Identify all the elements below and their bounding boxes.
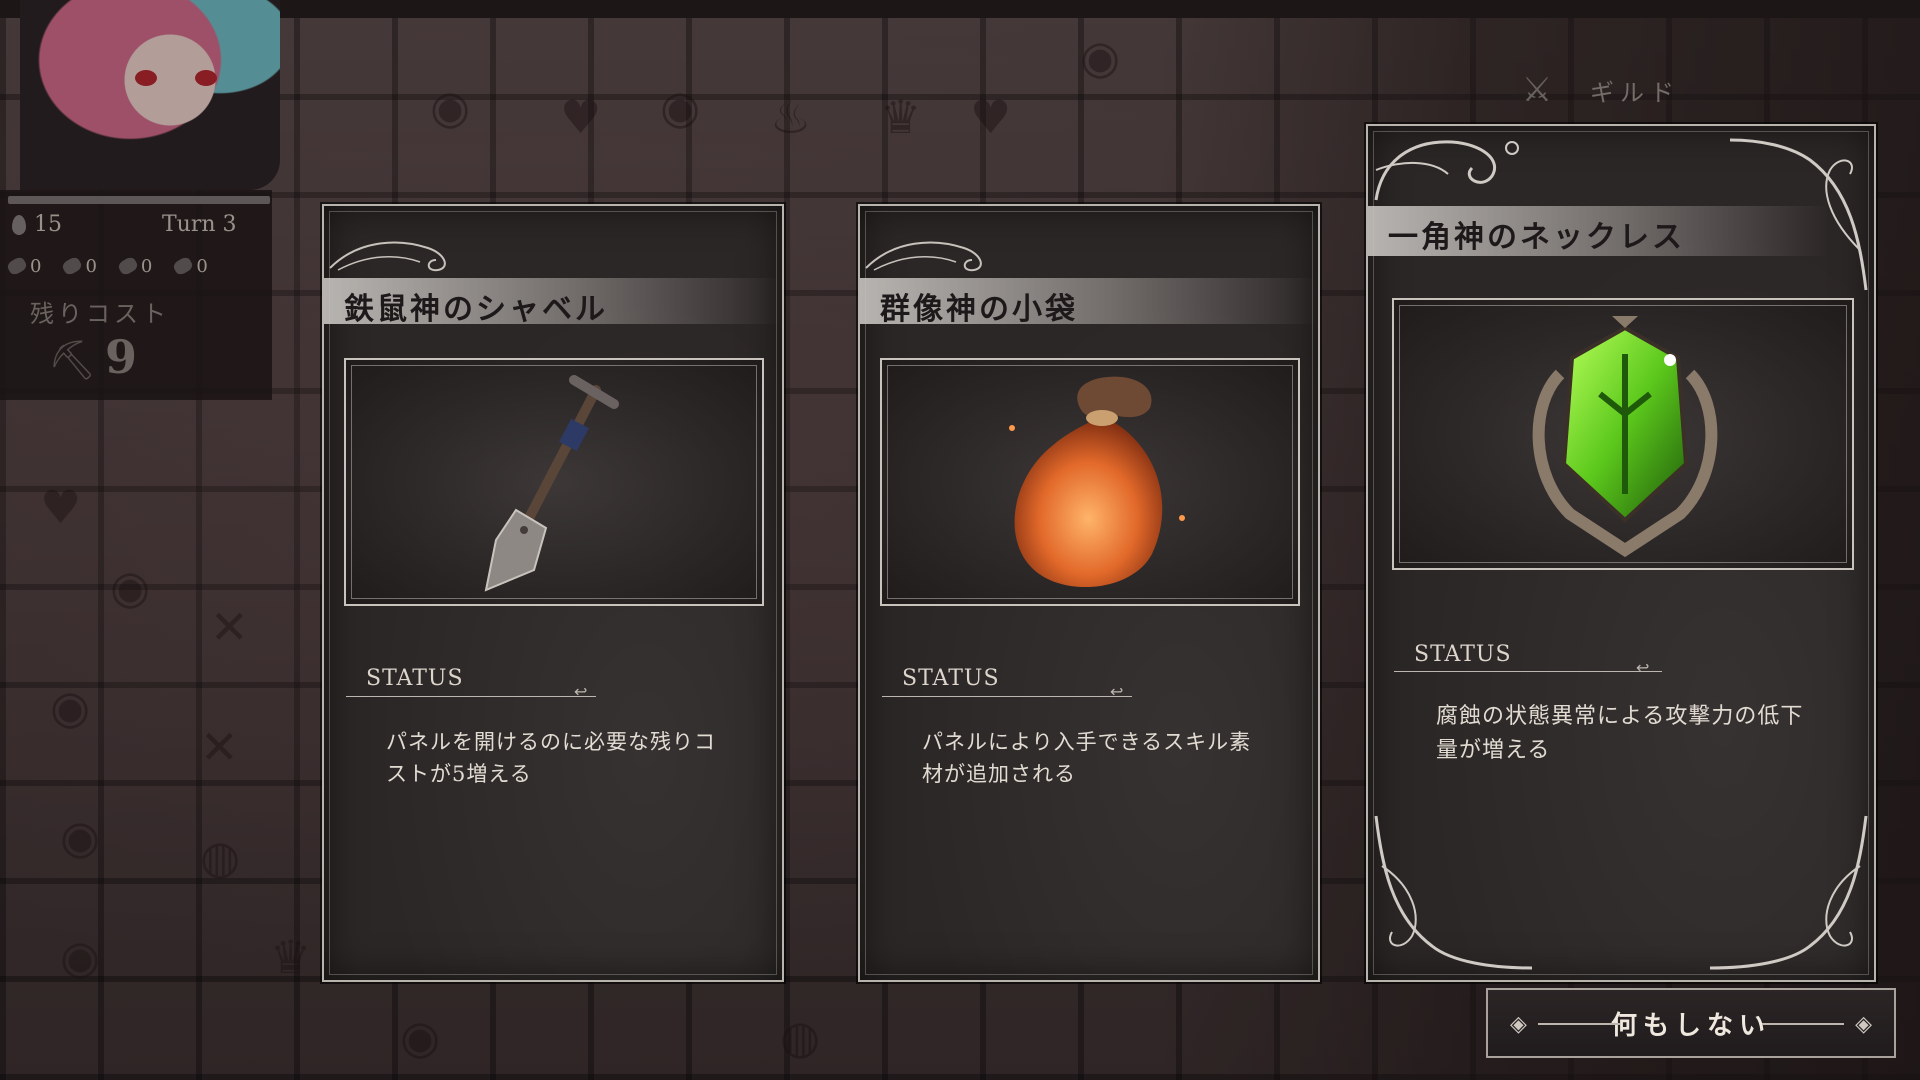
status-curl-ornament: ↩ — [1110, 682, 1124, 701]
card-title: 鉄鼠神のシャベル — [344, 292, 608, 327]
status-divider — [346, 696, 596, 697]
status-label: STATUS — [1414, 642, 1512, 667]
corner-ornament-bottom-left — [1374, 815, 1533, 970]
status-label: STATUS — [366, 666, 464, 691]
do-nothing-button[interactable]: ◈ 何もしない ◈ — [1486, 988, 1896, 1058]
item-image-frame — [880, 358, 1300, 606]
status-divider — [1394, 671, 1662, 672]
corner-ornament-bottom-right — [1709, 815, 1868, 970]
card-title: 群像神の小袋 — [880, 292, 1078, 327]
button-deco-line — [1762, 1023, 1844, 1025]
item-card-necklace[interactable]: 一角神のネックレス STATUS ↩ 腐蝕の状態異常による攻撃力の低下量が増える — [1366, 124, 1876, 982]
status-curl-ornament: ↩ — [574, 682, 588, 701]
flourish-ornament — [329, 241, 446, 272]
diamond-ornament-icon: ◈ — [1510, 1012, 1527, 1037]
item-image-frame — [1392, 298, 1854, 570]
flourish-ornament — [865, 241, 982, 272]
green-gem-necklace-icon — [1532, 316, 1718, 558]
shovel-icon — [484, 375, 619, 592]
status-label: STATUS — [902, 666, 1000, 691]
item-card-pouch[interactable]: 群像神の小袋 STATUS ↩ パネルにより入手できるスキル素材が追加される — [858, 204, 1320, 982]
card-title: 一角神のネックレス — [1388, 220, 1685, 255]
card-description: パネルを開けるのに必要な残りコストが5増える — [386, 730, 716, 786]
card-description: パネルにより入手できるスキル素材が追加される — [922, 730, 1252, 786]
status-divider — [882, 696, 1132, 697]
item-card-shovel[interactable]: 鉄鼠神のシャベル STATUS ↩ パネルを開けるのに必要な残りコストが5増える — [322, 204, 784, 982]
status-curl-ornament: ↩ — [1636, 658, 1650, 677]
diamond-ornament-icon: ◈ — [1855, 1012, 1872, 1037]
item-image-frame — [344, 358, 764, 606]
corner-ornament-top-left — [1374, 140, 1519, 201]
card-description: 腐蝕の状態異常による攻撃力の低下量が増える — [1436, 704, 1804, 763]
button-deco-line — [1538, 1023, 1620, 1025]
do-nothing-label: 何もしない — [1610, 1010, 1771, 1041]
pouch-icon — [1009, 376, 1185, 588]
